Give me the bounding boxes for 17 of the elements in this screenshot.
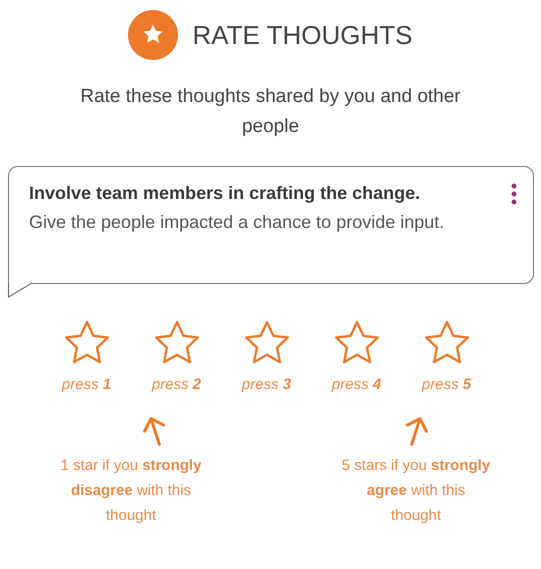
star-button[interactable]: press 3 [228, 320, 304, 393]
star-icon [244, 320, 290, 366]
thought-text: Give the people impacted a chance to provide input. [29, 211, 446, 234]
star-icon [424, 320, 470, 366]
star-icon [64, 320, 110, 366]
more-icon[interactable] [511, 183, 517, 205]
star-button[interactable]: press 2 [138, 320, 214, 393]
star-button[interactable]: press 4 [318, 320, 394, 393]
star-icon [334, 320, 380, 366]
page-title: RATE THOUGHTS [192, 20, 413, 50]
hint-text: 1 star if you strongly disagree with this thought [60, 456, 202, 526]
subtitle: Rate these thoughts shared by you and other people [79, 85, 462, 139]
thought-title: Involve team members in crafting the change. [29, 182, 422, 205]
star-button[interactable]: press 5 [408, 320, 484, 393]
star-button[interactable]: press 1 [48, 320, 124, 393]
hint-text: 5 stars if you strongly agree with this thought [341, 456, 491, 526]
star-icon [154, 320, 200, 366]
